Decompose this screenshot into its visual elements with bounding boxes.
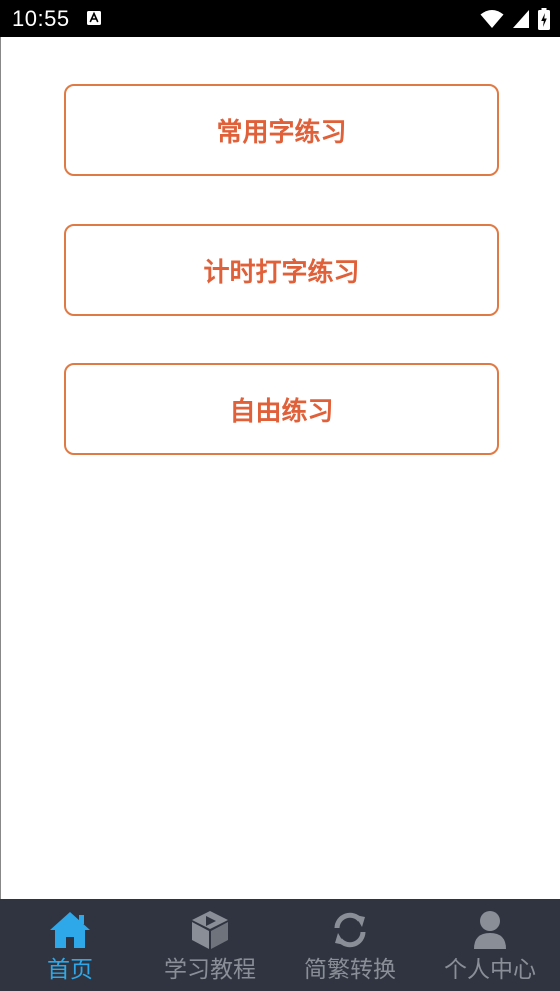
cellular-signal-icon (513, 10, 529, 28)
battery-charging-icon (538, 8, 550, 30)
status-time: 10:55 (12, 6, 70, 31)
tab-profile[interactable]: 个人中心 (420, 899, 560, 991)
status-bar: 10:55 (0, 0, 560, 37)
tab-home-label: 首页 (47, 957, 93, 983)
tab-convert[interactable]: 简繁转换 (280, 899, 420, 991)
wifi-icon (480, 10, 504, 28)
a-font-icon (87, 11, 101, 25)
common-characters-practice-button[interactable]: 常用字练习 (64, 84, 499, 176)
tab-tutorial[interactable]: 学习教程 (140, 899, 280, 991)
sync-icon (334, 912, 366, 948)
tab-home[interactable]: 首页 (0, 899, 140, 991)
home-icon (50, 912, 90, 948)
bottom-tab-bar: 首页 学习教程 简繁转换 个人中心 (0, 899, 560, 991)
user-icon (474, 911, 506, 949)
free-practice-button[interactable]: 自由练习 (64, 363, 499, 455)
status-icons (480, 7, 550, 31)
tab-profile-label: 个人中心 (444, 957, 536, 983)
main-content: 常用字练习 计时打字练习 自由练习 (0, 37, 560, 899)
timed-typing-practice-button[interactable]: 计时打字练习 (64, 224, 499, 316)
tutorial-box-icon (192, 911, 228, 949)
tab-convert-label: 简繁转换 (304, 957, 396, 983)
tab-tutorial-label: 学习教程 (164, 957, 256, 983)
